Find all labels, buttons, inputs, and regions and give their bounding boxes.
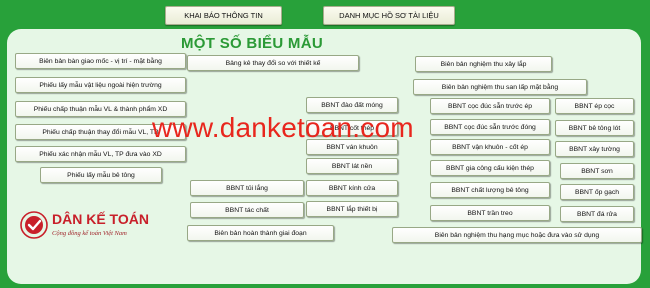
form-button[interactable]: BBNT lắp thiết bị <box>306 201 398 217</box>
form-button[interactable]: BBNT đá rửa <box>560 206 634 222</box>
form-button[interactable]: Bảng kê thay đổi so với thiết kế <box>187 55 359 71</box>
form-button[interactable]: BBNT lát nền <box>306 158 398 174</box>
form-button[interactable]: BBNT xây tường <box>555 141 634 157</box>
form-button[interactable]: BBNT kính cửa <box>306 180 398 196</box>
logo-check-icon <box>20 211 48 239</box>
form-button[interactable]: BBNT đào đất móng <box>306 97 398 113</box>
form-button[interactable]: Phiếu lấy mẫu vật liệu ngoài hiện trường <box>15 77 186 93</box>
form-button[interactable]: BBNT ốp gạch <box>560 184 634 200</box>
form-button[interactable]: Phiếu xác nhận mẫu VL, TP đưa vào XD <box>15 146 186 162</box>
form-button[interactable]: BBNT tủi lắng <box>190 180 304 196</box>
logo-slogan: Cộng đồng kế toán Việt Nam <box>52 230 127 237</box>
logo: DÂN KẾ TOÁN Cộng đồng kế toán Việt Nam <box>20 209 180 243</box>
form-button[interactable]: BBNT cọc đúc sẵn trước ép <box>430 98 550 114</box>
form-button[interactable]: BBNT gia công cấu kiện thép <box>430 160 550 176</box>
form-button[interactable]: Biên bản nghiệm thu hạng mục hoặc đưa và… <box>392 227 642 243</box>
form-button[interactable]: Biên bản nghiệm thu san lấp mặt bằng <box>413 79 587 95</box>
form-button[interactable]: Biên bản nghiệm thu xây lắp <box>415 56 552 72</box>
form-button[interactable]: BBNT ép cọc <box>555 98 634 114</box>
page-title: MỘT SỐ BIỂU MẪU <box>181 35 323 52</box>
tab-declare-info[interactable]: KHAI BÁO THÔNG TIN <box>165 6 282 25</box>
form-button[interactable]: BBNT vận khuôn - cốt ép <box>430 139 550 155</box>
watermark: www.danketoan.com <box>152 112 414 143</box>
form-button[interactable]: BBNT sơn <box>560 163 634 179</box>
form-button[interactable]: BBNT chất lượng bê tông <box>430 182 550 198</box>
form-button[interactable]: Biên bản bàn giao mốc - vị trí - mặt bằn… <box>15 53 186 69</box>
form-button[interactable]: BBNT bê tông lót <box>555 120 634 136</box>
form-button[interactable]: Phiếu lấy mẫu bê tông <box>40 167 162 183</box>
form-button[interactable]: Biên bản hoàn thành giai đoạn <box>187 225 334 241</box>
top-bar: KHAI BÁO THÔNG TIN DANH MỤC HỒ SƠ TÀI LI… <box>0 0 650 26</box>
tab-document-list[interactable]: DANH MỤC HỒ SƠ TÀI LIỆU <box>323 6 455 25</box>
form-button[interactable]: BBNT trần treo <box>430 205 550 221</box>
logo-name: DÂN KẾ TOÁN <box>52 211 149 227</box>
form-button[interactable]: BBNT tác chất <box>190 202 304 218</box>
form-button[interactable]: BBNT cọc đúc sẵn trước đóng <box>430 119 550 135</box>
